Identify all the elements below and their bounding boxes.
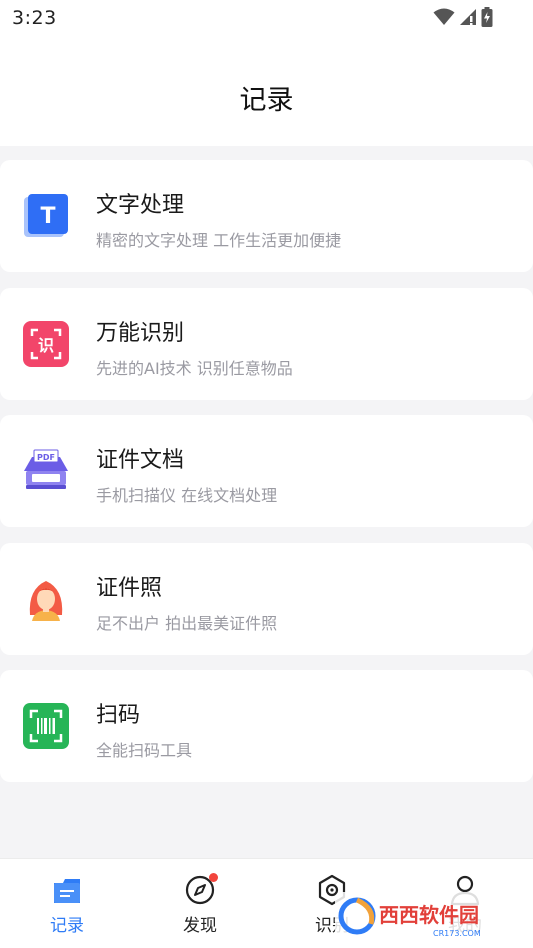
- svg-text:T: T: [40, 204, 55, 229]
- nav-label: 发现: [183, 916, 217, 936]
- card-title: 证件照: [96, 576, 163, 601]
- watermark-text: 西西软件园: [379, 903, 479, 927]
- card-subtitle: 全能扫码工具: [96, 741, 193, 760]
- notification-badge: [209, 873, 218, 882]
- battery-icon: [481, 7, 493, 27]
- card-title: 证件文档: [96, 448, 185, 473]
- page-title: 记录: [239, 85, 294, 116]
- id-photo-icon: [29, 581, 63, 621]
- status-time: 3:23: [12, 7, 57, 29]
- watermark-subtext: CR173.COM: [433, 929, 481, 938]
- text-processing-icon: T: [24, 194, 68, 237]
- svg-text:PDF: PDF: [37, 453, 55, 462]
- card-subtitle: 足不出户 拍出最美证件照: [96, 614, 278, 633]
- card-subtitle: 精密的文字处理 工作生活更加便捷: [96, 231, 342, 250]
- card-scan-code[interactable]: 扫码 全能扫码工具: [0, 670, 533, 782]
- card-text-processing[interactable]: T 文字处理 精密的文字处理 工作生活更加便捷: [0, 160, 533, 272]
- barcode-scan-icon: [23, 703, 69, 749]
- svg-text:识: 识: [38, 336, 54, 355]
- card-title: 万能识别: [96, 321, 185, 346]
- card-subtitle: 手机扫描仪 在线文档处理: [96, 486, 278, 505]
- record-icon: [54, 879, 80, 903]
- card-subtitle: 先进的AI技术 识别任意物品: [96, 359, 293, 378]
- wifi-icon: [433, 8, 455, 25]
- app-screen: 3:23 记录 T 文字处理 精密的文字处理 工作生活更加便捷 识 万能识别 先…: [0, 0, 533, 948]
- nav-item-record[interactable]: 记录: [32, 873, 102, 943]
- card-universal-recognition[interactable]: 识 万能识别 先进的AI技术 识别任意物品: [0, 288, 533, 400]
- card-title: 文字处理: [96, 193, 185, 218]
- site-watermark-logo: 西西软件园 CR173.COM: [335, 892, 515, 940]
- nav-item-discover[interactable]: 发现: [165, 873, 235, 943]
- card-id-documents[interactable]: PDF 证件文档 手机扫描仪 在线文档处理: [0, 415, 533, 527]
- card-id-photo[interactable]: 证件照 足不出户 拍出最美证件照: [0, 543, 533, 655]
- status-icons: [433, 6, 493, 28]
- top-bar: 3:23 记录: [0, 0, 533, 146]
- signal-icon: [460, 9, 476, 25]
- pdf-scanner-icon: PDF: [24, 449, 68, 489]
- nav-label: 记录: [50, 916, 84, 936]
- card-title: 扫码: [96, 703, 141, 728]
- recognize-icon: 识: [23, 321, 69, 367]
